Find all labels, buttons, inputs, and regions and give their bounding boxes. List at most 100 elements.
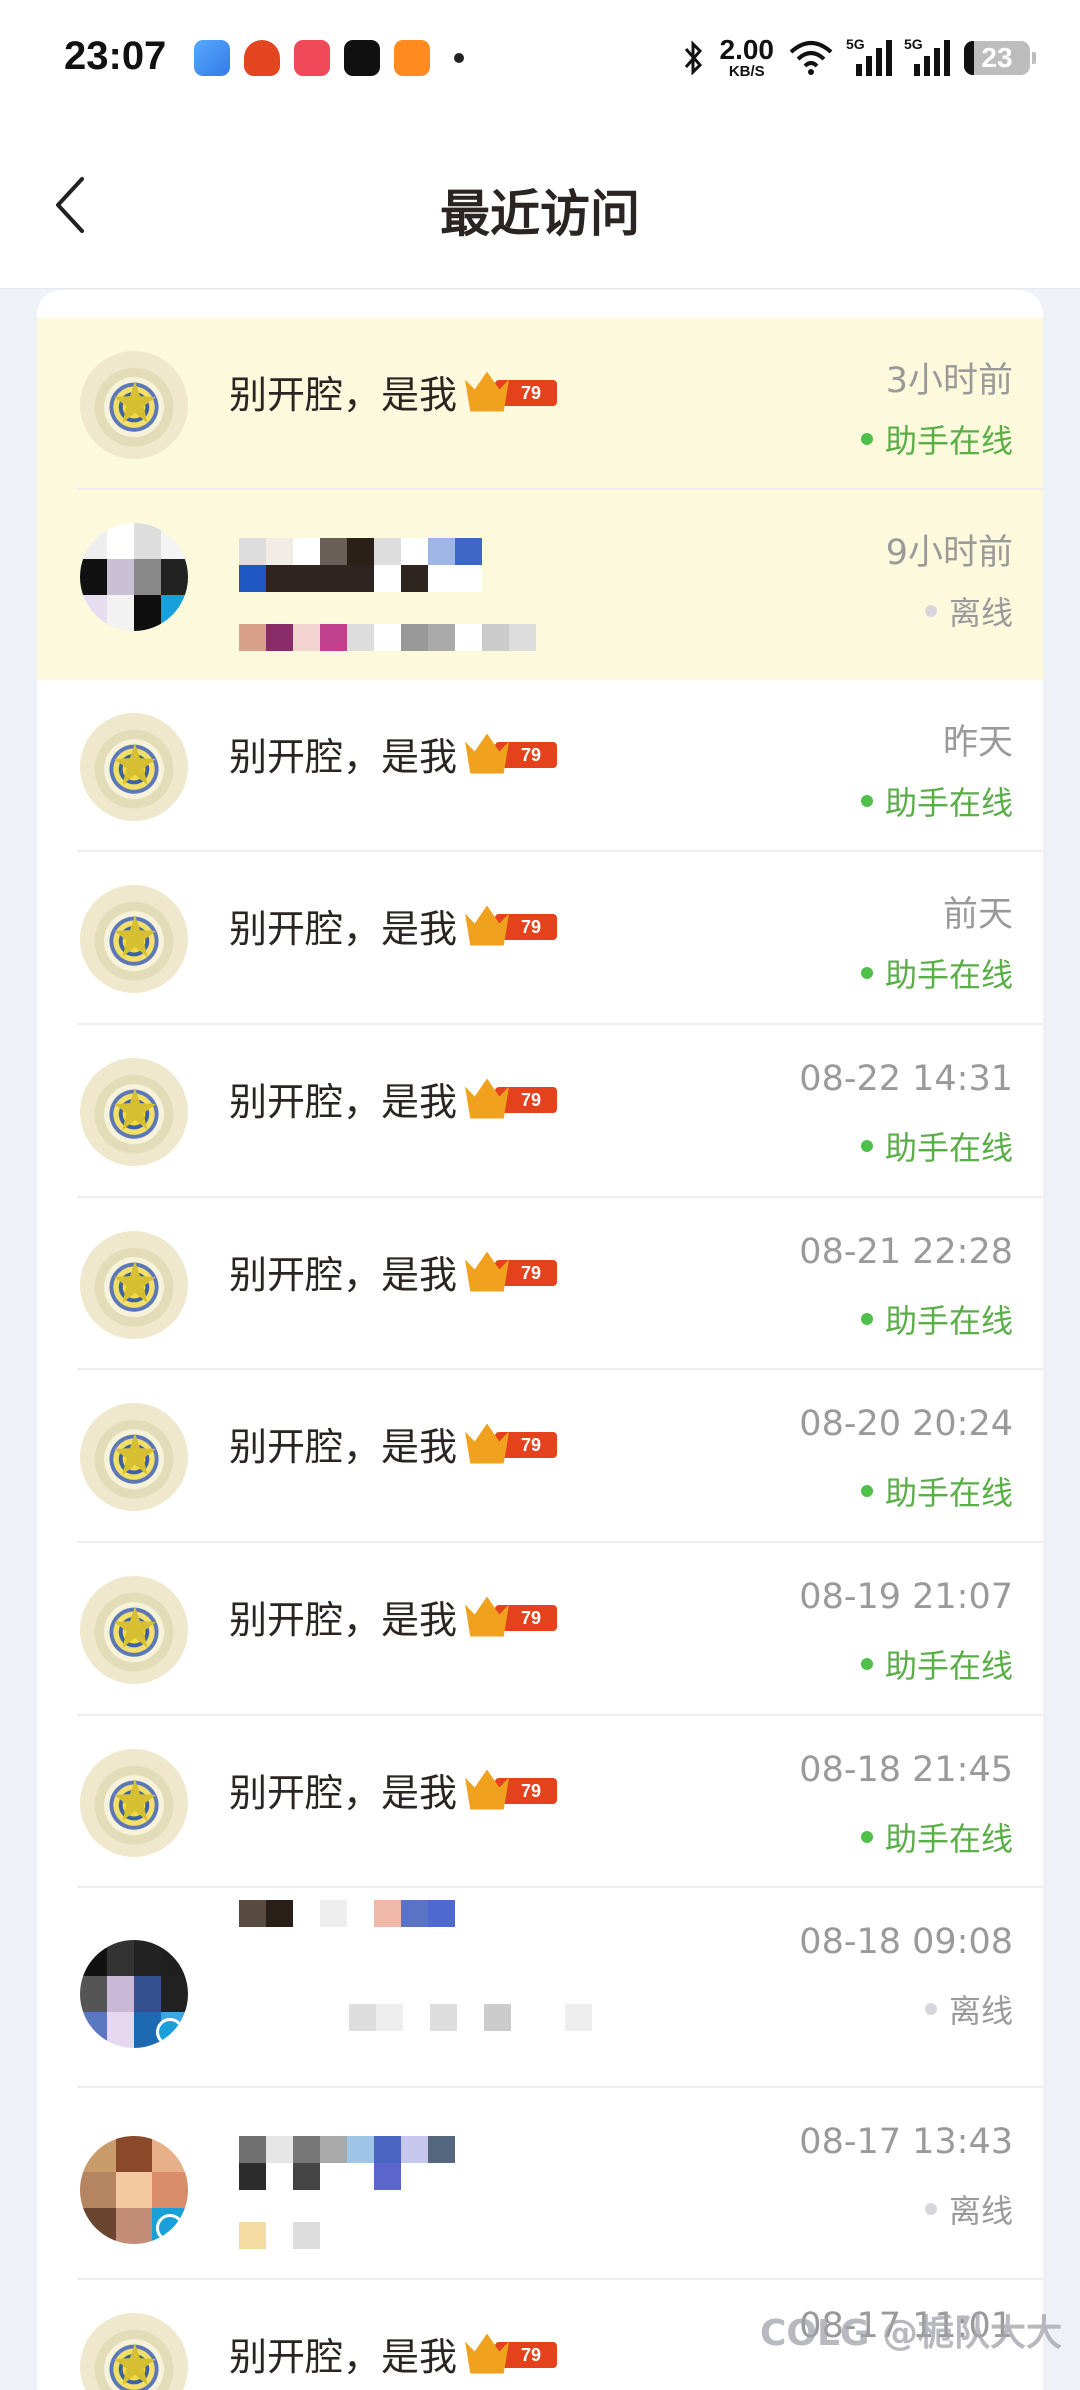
redacted-signature	[239, 2222, 320, 2249]
visitor-name: 别开腔，是我 79	[229, 1762, 558, 1817]
avatar[interactable]	[80, 1058, 188, 1166]
status-bar: 23:07 2.00 KB/S 5G 5G 23	[0, 0, 1080, 120]
list-item[interactable]: 9小时前 离线	[37, 490, 1043, 680]
status-dot-icon	[924, 605, 937, 617]
avatar[interactable]	[80, 885, 188, 993]
weather-icon	[194, 40, 230, 76]
crown-icon	[465, 733, 510, 774]
crown-icon	[465, 1251, 510, 1292]
visit-time: 08-22 14:31	[799, 1059, 1013, 1099]
online-status-text: 助手在线	[884, 1474, 1013, 1512]
redacted-name	[239, 1900, 455, 1927]
avatar[interactable]	[80, 1576, 188, 1684]
online-status: 助手在线	[860, 1468, 1013, 1514]
visit-time: 08-20 20:24	[799, 1404, 1013, 1444]
list-item[interactable]: 别开腔，是我 79 3小时前 助手在线	[37, 318, 1043, 490]
battery-level: 23	[981, 41, 1013, 73]
list-item[interactable]: 别开腔，是我 79 08-20 20:24 助手在线	[37, 1370, 1043, 1543]
visit-time: 08-19 21:07	[799, 1577, 1013, 1617]
online-status-text: 离线	[948, 2192, 1013, 2230]
visitor-name: 别开腔，是我 79	[229, 1244, 558, 1299]
level-badge: 79	[465, 1423, 558, 1464]
online-status-text: 助手在线	[884, 422, 1013, 460]
crown-icon	[465, 1078, 510, 1119]
avatar[interactable]	[80, 2313, 188, 2390]
online-status: 助手在线	[860, 1814, 1013, 1860]
visitor-name: 别开腔，是我 79	[229, 1589, 558, 1644]
online-status: 助手在线	[860, 1296, 1013, 1342]
net-speed: 2.00 KB/S	[719, 34, 775, 80]
online-status: 离线	[924, 1986, 1013, 2032]
list-item[interactable]: 别开腔，是我 79 前天助手在线	[37, 852, 1043, 1025]
online-status: 助手在线	[860, 778, 1013, 824]
status-dot-icon	[860, 1485, 873, 1497]
avatar[interactable]	[80, 523, 188, 631]
list-item[interactable]: 别开腔，是我 79 08-18 21:45 助手在线	[37, 1716, 1043, 1888]
status-dot-icon	[860, 1140, 873, 1152]
avatar[interactable]	[80, 1749, 188, 1857]
watermark: COLG @栀队大大	[759, 2313, 1062, 2354]
visitor-name-text: 别开腔，是我	[229, 1253, 458, 1297]
level-badge: 79	[465, 733, 558, 774]
net-speed-unit: KB/S	[728, 63, 765, 80]
visit-time: 前天	[942, 895, 1013, 935]
level-badge: 79	[465, 1078, 558, 1119]
page-title: 最近访问	[440, 185, 640, 243]
list-item[interactable]: 08-18 09:08 离线	[37, 1888, 1043, 2088]
avatar[interactable]	[80, 2136, 188, 2244]
visitor-name: 别开腔，是我 79	[229, 1071, 558, 1126]
online-status-text: 助手在线	[884, 1302, 1013, 1340]
online-status: 助手在线	[860, 950, 1013, 996]
online-status-text: 助手在线	[884, 1129, 1013, 1167]
plate-avatar-icon	[114, 743, 156, 785]
plate-avatar-icon	[114, 1606, 156, 1648]
list-item[interactable]: 别开腔，是我 79 昨天助手在线	[37, 680, 1043, 852]
list-item[interactable]: 别开腔，是我 79 08-21 22:28 助手在线	[37, 1198, 1043, 1370]
avatar[interactable]	[80, 351, 188, 459]
online-status: 助手在线	[860, 1641, 1013, 1687]
avatar[interactable]	[80, 713, 188, 821]
crown-icon	[465, 905, 510, 946]
more-notifications-icon	[454, 53, 464, 63]
crown-icon	[465, 371, 510, 412]
online-status: 离线	[924, 2186, 1013, 2232]
visitor-name: 别开腔，是我 79	[229, 2326, 558, 2381]
level-badge: 79	[465, 1596, 558, 1637]
status-time: 23:07	[64, 34, 167, 78]
crown-icon	[465, 1423, 510, 1464]
visit-time: 08-18 09:08	[799, 1922, 1013, 1962]
level-badge: 79	[465, 905, 558, 946]
crown-icon	[465, 1769, 510, 1810]
status-dot-icon	[860, 1658, 873, 1670]
status-dot-icon	[860, 967, 873, 979]
visitor-name-text: 别开腔，是我	[229, 1080, 458, 1124]
online-status-text: 助手在线	[884, 1647, 1013, 1685]
visitor-name-text: 别开腔，是我	[229, 1598, 458, 1642]
avatar[interactable]	[80, 1403, 188, 1511]
plate-avatar-icon	[114, 1433, 156, 1475]
signal-sim2-icon: 5G	[904, 36, 950, 76]
online-status: 助手在线	[860, 1123, 1013, 1169]
avatar[interactable]	[80, 1231, 188, 1339]
visitor-name-text: 别开腔，是我	[229, 1425, 458, 1469]
plate-avatar-icon	[114, 2343, 156, 2385]
list-item[interactable]: 别开腔，是我 79 08-22 14:31 助手在线	[37, 1025, 1043, 1198]
visit-time: 昨天	[942, 723, 1013, 763]
avatar[interactable]	[80, 1940, 188, 2048]
visitor-name: 别开腔，是我 79	[229, 1416, 558, 1471]
plate-avatar-icon	[114, 1779, 156, 1821]
plate-avatar-icon	[114, 381, 156, 423]
visit-time: 9小时前	[885, 533, 1013, 573]
visitor-name: 别开腔，是我 79	[229, 898, 558, 953]
online-indicator-icon	[156, 2018, 184, 2046]
visit-time: 08-17 13:43	[799, 2122, 1013, 2162]
online-status: 助手在线	[860, 416, 1013, 462]
visitor-name-text: 别开腔，是我	[229, 735, 458, 779]
online-indicator-icon	[156, 2214, 184, 2242]
status-dot-icon	[860, 433, 873, 445]
net-speed-value: 2.00	[719, 34, 775, 65]
list-item[interactable]: 08-17 13:43 离线	[37, 2088, 1043, 2280]
list-item[interactable]: 别开腔，是我 79 08-19 21:07 助手在线	[37, 1543, 1043, 1716]
sim2-label: 5G	[904, 35, 923, 52]
level-badge: 79	[465, 1769, 558, 1810]
